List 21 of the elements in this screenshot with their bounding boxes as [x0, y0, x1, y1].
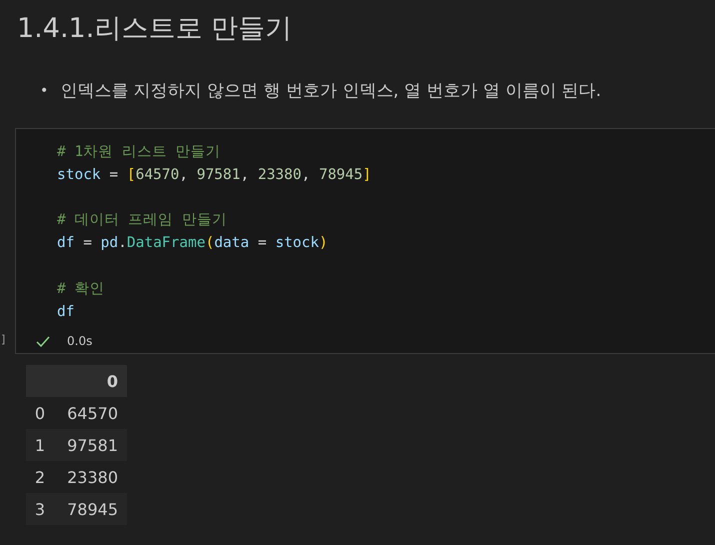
code-line: df — [57, 302, 74, 322]
execution-count: ] — [1, 333, 6, 346]
code-line: # 데이터 프레임 만들기 — [57, 211, 227, 230]
table-cell: 23380 — [54, 461, 127, 493]
code-cell[interactable]: # 1차원 리스트 만들기 stock = [64570, 97581, 23380, 78945] # 데이터 프레임 만들기 df = pd.DataFrame(data = stock) # 확인 df 0.0s — [15, 128, 715, 354]
row-index: 1 — [26, 429, 54, 461]
table-cell: 78945 — [54, 493, 127, 525]
section-heading: 1.4.1.리스트로 만들기 — [16, 12, 293, 46]
bullet-marker: • — [40, 82, 48, 101]
code-line: stock = [64570, 97581, 23380, 78945] — [57, 166, 372, 185]
row-index: 2 — [26, 461, 54, 493]
table-cell: 64570 — [54, 397, 127, 429]
code-line: df = pd.DataFrame(data = stock) — [57, 234, 328, 254]
row-index: 3 — [26, 493, 54, 525]
code-line: # 확인 — [57, 280, 104, 299]
execution-time: 0.0s — [67, 334, 92, 348]
code-line: # 1차원 리스트 만들기 — [57, 143, 221, 162]
column-header: 0 — [54, 365, 127, 397]
row-index: 0 — [26, 397, 54, 429]
table-cell: 97581 — [54, 429, 127, 461]
bullet-text: 인덱스를 지정하지 않으면 행 번호가 인덱스, 열 번호가 열 이름이 된다. — [60, 80, 602, 103]
